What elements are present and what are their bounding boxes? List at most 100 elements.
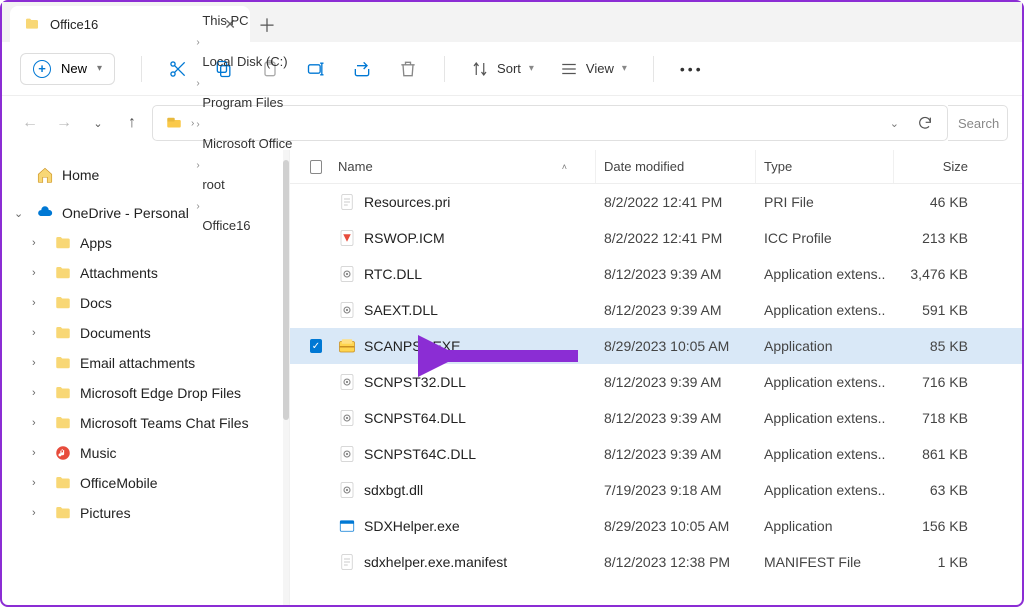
refresh-button[interactable] xyxy=(909,115,941,131)
chevron-right-icon[interactable]: › xyxy=(32,477,46,489)
folder-icon xyxy=(54,354,72,372)
sidebar-item-label: Apps xyxy=(80,235,112,251)
music-icon xyxy=(54,444,72,462)
chevron-right-icon[interactable]: › xyxy=(32,297,46,309)
home-icon xyxy=(36,166,54,184)
forward-button[interactable]: → xyxy=(50,109,78,137)
sidebar-scrollbar[interactable] xyxy=(283,150,289,605)
sidebar-onedrive[interactable]: ⌄ OneDrive - Personal xyxy=(10,198,285,228)
chevron-right-icon[interactable]: › xyxy=(196,78,199,89)
sort-asc-icon: ˄ xyxy=(562,162,567,172)
address-bar[interactable]: › This PC›Local Disk (C:)›Program Files›… xyxy=(152,105,948,141)
sidebar-item[interactable]: › Attachments xyxy=(10,258,285,288)
select-all-checkbox[interactable] xyxy=(302,150,330,183)
file-row[interactable]: RTC.DLL8/12/2023 9:39 AMApplication exte… xyxy=(290,256,1022,292)
sidebar-home[interactable]: Home xyxy=(10,160,285,190)
sidebar-item[interactable]: ›Microsoft Teams Chat Files xyxy=(10,408,285,438)
sidebar-item-label: Pictures xyxy=(80,505,131,521)
more-button[interactable]: ••• xyxy=(680,61,704,77)
column-name[interactable]: Name˄ xyxy=(330,150,596,183)
file-icon xyxy=(338,337,356,355)
file-name: sdxbgt.dll xyxy=(364,482,423,498)
sidebar-item-label: Attachments xyxy=(80,265,158,281)
chevron-right-icon[interactable]: › xyxy=(196,37,199,48)
file-icon xyxy=(338,445,356,463)
chevron-right-icon[interactable]: › xyxy=(191,118,194,129)
chevron-right-icon[interactable]: › xyxy=(32,507,46,519)
sidebar-item-label: Email attachments xyxy=(80,355,195,371)
file-row[interactable]: SDXHelper.exe8/29/2023 10:05 AMApplicati… xyxy=(290,508,1022,544)
file-icon xyxy=(338,301,356,319)
file-type: Application extens.. xyxy=(756,446,894,462)
column-type[interactable]: Type xyxy=(756,150,894,183)
file-row[interactable]: Resources.pri8/2/2022 12:41 PMPRI File46… xyxy=(290,184,1022,220)
chevron-right-icon[interactable]: › xyxy=(32,447,46,459)
file-row[interactable]: SCNPST32.DLL8/12/2023 9:39 AMApplication… xyxy=(290,364,1022,400)
delete-icon[interactable] xyxy=(398,59,418,79)
sidebar-item[interactable]: ›Music xyxy=(10,438,285,468)
file-row[interactable]: sdxhelper.exe.manifest8/12/2023 12:38 PM… xyxy=(290,544,1022,580)
back-button[interactable]: ← xyxy=(16,109,44,137)
file-date: 8/12/2023 9:39 AM xyxy=(596,410,756,426)
file-date: 7/19/2023 9:18 AM xyxy=(596,482,756,498)
file-name: SAEXT.DLL xyxy=(364,302,438,318)
recent-button[interactable]: ⌄ xyxy=(84,109,112,137)
new-button[interactable]: + New ▾ xyxy=(20,53,115,85)
row-checkbox[interactable]: ✓ xyxy=(302,339,330,353)
up-button[interactable]: ↑ xyxy=(118,109,146,137)
file-row[interactable]: RSWOP.ICM8/2/2022 12:41 PMICC Profile213… xyxy=(290,220,1022,256)
sidebar-item[interactable]: › Apps xyxy=(10,228,285,258)
file-size: 63 KB xyxy=(894,482,976,498)
chevron-right-icon[interactable]: › xyxy=(32,327,46,339)
breadcrumb-item[interactable]: Local Disk (C:) xyxy=(196,50,298,73)
file-size: 156 KB xyxy=(894,518,976,534)
cut-icon[interactable] xyxy=(168,59,188,79)
folder-icon xyxy=(54,234,72,252)
file-name: SCNPST64C.DLL xyxy=(364,446,476,462)
new-label: New xyxy=(61,61,87,76)
folder-icon xyxy=(54,324,72,342)
chevron-right-icon[interactable]: › xyxy=(32,237,46,249)
file-name: sdxhelper.exe.manifest xyxy=(364,554,507,570)
drive-icon[interactable] xyxy=(159,110,189,136)
column-date[interactable]: Date modified xyxy=(596,150,756,183)
sort-label: Sort xyxy=(497,61,521,76)
chevron-down-icon: ▾ xyxy=(622,63,627,74)
onedrive-icon xyxy=(36,204,54,222)
file-row[interactable]: SAEXT.DLL8/12/2023 9:39 AMApplication ex… xyxy=(290,292,1022,328)
sidebar-item[interactable]: › Email attachments xyxy=(10,348,285,378)
sidebar-item[interactable]: ›OfficeMobile xyxy=(10,468,285,498)
column-headers: Name˄ Date modified Type Size xyxy=(290,150,1022,184)
file-list: Resources.pri8/2/2022 12:41 PMPRI File46… xyxy=(290,184,1022,605)
file-type: MANIFEST File xyxy=(756,554,894,570)
address-dropdown[interactable]: ⌄ xyxy=(882,117,907,130)
rename-icon[interactable] xyxy=(306,59,326,79)
file-row[interactable]: SCNPST64C.DLL8/12/2023 9:39 AMApplicatio… xyxy=(290,436,1022,472)
sidebar-item-label: Docs xyxy=(80,295,112,311)
view-button[interactable]: View ▾ xyxy=(560,60,627,78)
file-size: 716 KB xyxy=(894,374,976,390)
file-row[interactable]: SCNPST64.DLL8/12/2023 9:39 AMApplication… xyxy=(290,400,1022,436)
chevron-right-icon[interactable]: › xyxy=(32,357,46,369)
file-row[interactable]: sdxbgt.dll7/19/2023 9:18 AMApplication e… xyxy=(290,472,1022,508)
view-label: View xyxy=(586,61,614,76)
sort-button[interactable]: Sort ▾ xyxy=(471,60,534,78)
chevron-right-icon[interactable]: › xyxy=(32,417,46,429)
chevron-right-icon[interactable]: › xyxy=(32,267,46,279)
sidebar-home-label: Home xyxy=(62,167,99,183)
chevron-down-icon[interactable]: ⌄ xyxy=(14,207,28,220)
file-size: 3,476 KB xyxy=(894,266,976,282)
chevron-right-icon[interactable]: › xyxy=(32,387,46,399)
breadcrumb-item[interactable]: This PC xyxy=(196,9,298,32)
column-size[interactable]: Size xyxy=(894,150,976,183)
breadcrumb-item[interactable]: Program Files xyxy=(196,91,298,114)
share-icon[interactable] xyxy=(352,59,372,79)
chevron-right-icon[interactable]: › xyxy=(196,119,199,130)
file-row[interactable]: ✓SCANPST.EXE8/29/2023 10:05 AMApplicatio… xyxy=(290,328,1022,364)
sidebar-item[interactable]: ›Microsoft Edge Drop Files xyxy=(10,378,285,408)
file-date: 8/12/2023 9:39 AM xyxy=(596,266,756,282)
sidebar-item[interactable]: › Pictures xyxy=(10,498,285,528)
sidebar-item[interactable]: › Docs xyxy=(10,288,285,318)
search-input[interactable]: Search xyxy=(948,105,1008,141)
sidebar-item[interactable]: ›Documents xyxy=(10,318,285,348)
